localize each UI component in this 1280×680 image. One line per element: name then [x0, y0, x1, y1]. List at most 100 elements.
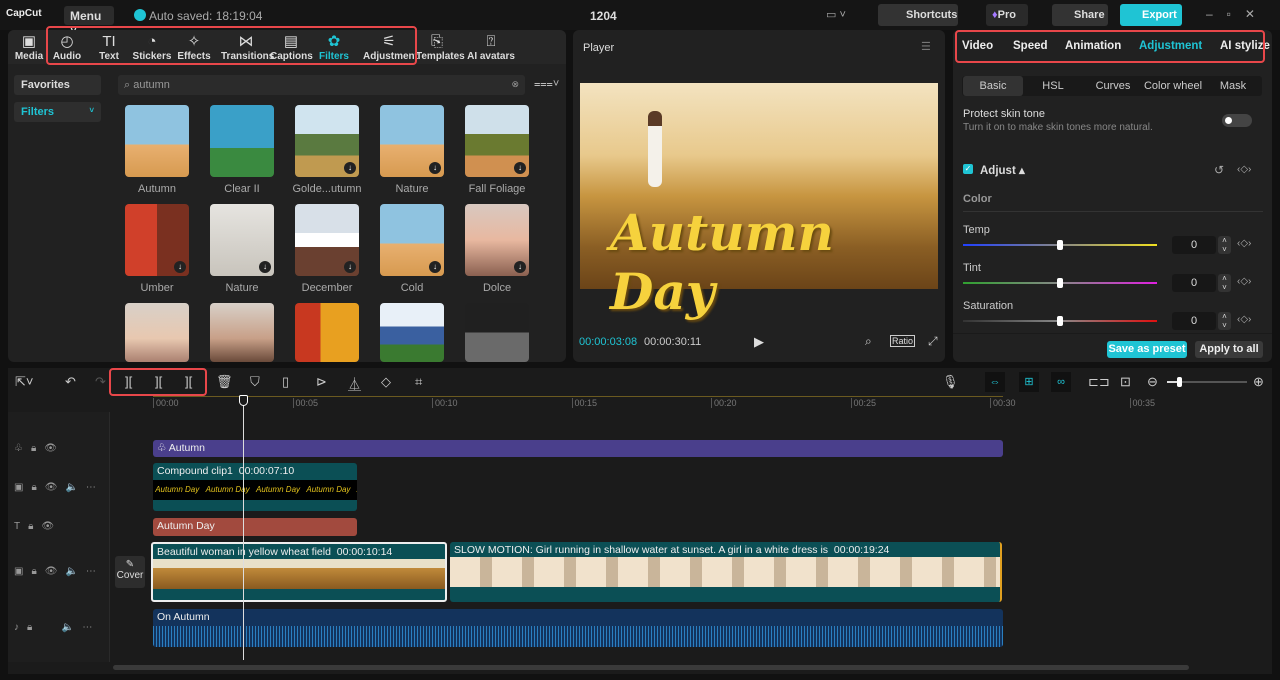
- adjust-checkbox[interactable]: ✓: [963, 164, 973, 174]
- apply-all-button[interactable]: Apply to all: [1195, 341, 1263, 358]
- preview-axis-icon[interactable]: ⊏⊐: [1088, 374, 1110, 390]
- layout-icon[interactable]: ▭ ˅: [826, 8, 846, 21]
- keyframe-icon[interactable]: ‹◇›: [1237, 276, 1251, 287]
- download-icon[interactable]: ↓: [344, 261, 356, 273]
- ratio-button[interactable]: Ratio: [890, 335, 916, 347]
- video-track-controls[interactable]: ▣🔒︎👁🔈⋯: [14, 482, 104, 493]
- subtab-3[interactable]: Color wheel: [1143, 80, 1203, 92]
- cover-button[interactable]: ✎ Cover: [115, 556, 145, 588]
- filter-thumbnail[interactable]: ↓: [380, 105, 444, 177]
- protect-skin-toggle[interactable]: [1222, 114, 1252, 127]
- redo-icon[interactable]: ↷: [95, 374, 106, 390]
- download-icon[interactable]: ↓: [344, 162, 356, 174]
- filters-item[interactable]: Filters ˅: [14, 102, 101, 122]
- download-icon[interactable]: ↓: [429, 162, 441, 174]
- freeze-icon[interactable]: ▯: [282, 374, 289, 390]
- window-controls[interactable]: –▫✕: [1206, 7, 1269, 21]
- search-input[interactable]: ⌕ autumn ⊗: [118, 75, 525, 95]
- filter-thumbnail[interactable]: [295, 303, 359, 362]
- subtab-1[interactable]: HSL: [1023, 80, 1083, 92]
- filter-thumbnail[interactable]: ↓: [465, 105, 529, 177]
- text-track-controls[interactable]: T🔒︎👁: [14, 521, 62, 532]
- main-track-controls[interactable]: ▣🔒︎👁🔈⋯: [14, 566, 104, 577]
- crop-icon[interactable]: ⌗: [415, 374, 422, 390]
- slider-track[interactable]: [963, 316, 1157, 326]
- thumbnail-zoom-icon[interactable]: ⊡: [1120, 374, 1131, 390]
- zoom-fit-icon[interactable]: ⌕: [865, 334, 872, 349]
- filter-clip[interactable]: ♧ Autumn: [153, 440, 1003, 457]
- export-button[interactable]: Export: [1120, 4, 1182, 26]
- subtab-2[interactable]: Curves: [1083, 80, 1143, 92]
- tab-ai-avatars[interactable]: ⍰ AI avatars: [467, 33, 515, 62]
- slider-knob[interactable]: [1057, 316, 1063, 326]
- filter-thumbnail[interactable]: ↓: [295, 105, 359, 177]
- fullscreen-icon[interactable]: ⤢: [928, 334, 938, 349]
- pro-button[interactable]: ♦Pro: [986, 4, 1028, 26]
- stepper-icon[interactable]: ˄ ˅: [1218, 274, 1231, 292]
- stepper-icon[interactable]: ˄ ˅: [1218, 312, 1231, 330]
- zoom-out-icon[interactable]: ⊖: [1147, 374, 1158, 390]
- reset-icon[interactable]: ↺: [1214, 163, 1224, 177]
- slider-knob[interactable]: [1057, 240, 1063, 250]
- filter-thumbnail[interactable]: [210, 303, 274, 362]
- mirror-icon[interactable]: ⏅: [348, 374, 361, 393]
- filter-thumbnail[interactable]: [125, 303, 189, 362]
- download-icon[interactable]: ↓: [259, 261, 271, 273]
- filter-thumbnail[interactable]: ↓: [465, 204, 529, 276]
- tab-templates[interactable]: ⎘ Templates: [416, 33, 465, 62]
- rotate-icon[interactable]: ◇: [381, 374, 391, 390]
- compound-clip[interactable]: Compound clip1 00:00:07:10 Autumn Day Au…: [153, 463, 357, 511]
- shortcuts-button[interactable]: Shortcuts: [878, 4, 958, 26]
- audio-clip[interactable]: On Autumn: [153, 609, 1003, 647]
- save-preset-button[interactable]: Save as preset: [1107, 341, 1187, 358]
- keyframe-icon[interactable]: ‹◇›: [1237, 314, 1251, 325]
- microphone-icon[interactable]: 🎙: [942, 374, 959, 390]
- main-clip-2[interactable]: SLOW MOTION: Girl running in shallow wat…: [450, 542, 1002, 602]
- audio-track-controls[interactable]: ♪🔒︎ 🔈⋯: [14, 622, 100, 633]
- filter-thumbnail[interactable]: [380, 303, 444, 362]
- favorites-item[interactable]: Favorites: [14, 75, 101, 95]
- select-tool-icon[interactable]: ⇱˅: [15, 374, 33, 390]
- subtab-4[interactable]: Mask: [1203, 80, 1263, 92]
- delete-icon[interactable]: 🗑: [216, 374, 233, 390]
- undo-icon[interactable]: ↶: [65, 374, 76, 390]
- link-icon[interactable]: ∞: [1051, 372, 1071, 392]
- playhead[interactable]: [243, 396, 244, 660]
- download-icon[interactable]: ↓: [514, 162, 526, 174]
- filter-thumbnail[interactable]: ↓: [295, 204, 359, 276]
- filter-thumbnail[interactable]: [465, 303, 529, 362]
- marker-icon[interactable]: ⛉: [250, 374, 260, 390]
- subtab-0[interactable]: Basic: [963, 80, 1023, 92]
- filter-thumbnail[interactable]: [125, 105, 189, 177]
- horizontal-scrollbar[interactable]: [113, 665, 1189, 670]
- filter-thumbnail[interactable]: ↓: [380, 204, 444, 276]
- play-button[interactable]: ▶: [754, 334, 764, 350]
- slider-track[interactable]: [963, 240, 1157, 250]
- video-preview[interactable]: Autumn Day: [580, 83, 938, 321]
- filter-track-controls[interactable]: ♧🔒︎👁: [14, 443, 65, 454]
- filter-thumbnail[interactable]: [210, 105, 274, 177]
- player-menu-icon[interactable]: ☰: [921, 40, 931, 53]
- slider-knob[interactable]: [1057, 278, 1063, 288]
- slider-value-input[interactable]: 0: [1172, 236, 1216, 254]
- slider-value-input[interactable]: 0: [1172, 312, 1216, 330]
- filter-sort-icon[interactable]: ⩶˅: [534, 78, 559, 91]
- stepper-icon[interactable]: ˄ ˅: [1218, 236, 1231, 254]
- download-icon[interactable]: ↓: [514, 261, 526, 273]
- menu-button[interactable]: Menu ˅: [64, 6, 114, 37]
- tab-media[interactable]: ▣ Media: [8, 33, 50, 62]
- adjust-section[interactable]: Adjust ▴: [980, 163, 1025, 177]
- main-track-magnet-icon[interactable]: ⇔: [985, 372, 1005, 392]
- main-clip-1[interactable]: Beautiful woman in yellow wheat field 00…: [151, 542, 447, 602]
- text-clip[interactable]: Autumn Day: [153, 518, 357, 536]
- playhead-handle[interactable]: [239, 395, 248, 406]
- download-icon[interactable]: ↓: [174, 261, 186, 273]
- speed-icon[interactable]: ⊳: [316, 374, 327, 390]
- slider-track[interactable]: [963, 278, 1157, 288]
- filter-thumbnail[interactable]: ↓: [210, 204, 274, 276]
- keyframe-icon[interactable]: ‹◇›: [1237, 164, 1251, 175]
- zoom-in-icon[interactable]: ⊕: [1253, 374, 1264, 390]
- filter-thumbnail[interactable]: ↓: [125, 204, 189, 276]
- share-button[interactable]: Share: [1052, 4, 1108, 26]
- keyframe-icon[interactable]: ‹◇›: [1237, 238, 1251, 249]
